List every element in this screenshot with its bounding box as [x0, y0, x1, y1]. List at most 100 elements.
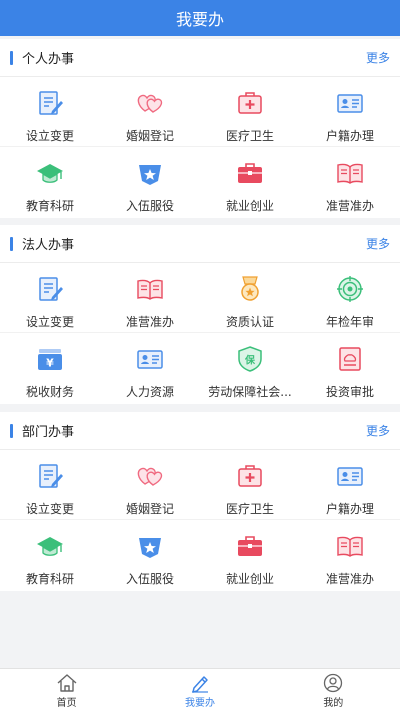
service-item[interactable]: 就业创业	[200, 147, 300, 218]
service-grid: 设立变更 婚姻登记 医疗卫生 户籍办理教育科研 入伍服役 就业创业 准营准办	[0, 77, 400, 218]
service-label: 资质认证	[225, 315, 274, 329]
service-label: 设立变更	[25, 502, 74, 516]
service-item[interactable]: 设立变更	[0, 263, 100, 333]
id-card-icon	[335, 462, 365, 490]
section-header: 个人办事 更多	[0, 39, 400, 77]
money-stack-icon: ¥	[35, 345, 65, 373]
service-item[interactable]: ¥ 税收财务	[0, 333, 100, 404]
medal-icon	[235, 275, 265, 303]
tab-todo[interactable]: 我要办	[133, 669, 266, 712]
open-book-icon	[335, 159, 365, 187]
service-label: 投资审批	[325, 385, 374, 399]
service-label: 入伍服役	[125, 199, 174, 213]
service-item[interactable]: 准营准办	[300, 520, 400, 591]
service-grid: 设立变更 准营准办 资质认证 年检年审 ¥ 税收财务 人力资源 保劳动保障社会... 投资审批	[0, 263, 400, 404]
service-item[interactable]: 就业创业	[200, 520, 300, 591]
service-label: 准营准办	[125, 315, 174, 329]
title-bar: 我要办	[0, 0, 400, 36]
briefcase-icon	[235, 532, 265, 560]
open-book-icon	[335, 532, 365, 560]
medical-kit-icon	[235, 89, 265, 117]
svg-text:¥: ¥	[46, 357, 54, 370]
tab-label: 我的	[323, 697, 344, 709]
shield-icon: 保	[235, 345, 265, 373]
service-item[interactable]: 准营准办	[100, 263, 200, 333]
service-item[interactable]: 医疗卫生	[200, 450, 300, 520]
graduation-cap-icon	[35, 159, 65, 187]
service-item[interactable]: 医疗卫生	[200, 77, 300, 147]
service-item[interactable]: 设立变更	[0, 77, 100, 147]
service-grid: 设立变更 婚姻登记 医疗卫生 户籍办理教育科研 入伍服役 就业创业 准营准办	[0, 450, 400, 591]
service-label: 税收财务	[25, 385, 74, 399]
service-item[interactable]: 年检年审	[300, 263, 400, 333]
section-title: 个人办事	[22, 52, 75, 67]
service-label: 教育科研	[25, 199, 74, 213]
section-title: 部门办事	[22, 425, 75, 440]
id-card-icon	[335, 89, 365, 117]
section-legal-person: 法人办事 更多 设立变更 准营准办 资质认证 年检年审 ¥ 税收财务 人力资源 保劳动保障社会…	[0, 225, 400, 404]
service-item[interactable]: 入伍服役	[100, 520, 200, 591]
pencil-icon	[191, 675, 208, 693]
section-personal: 个人办事 更多 设立变更 婚姻登记 医疗卫生 户籍办理教育科研 入伍服役 就业创业 准营准办	[0, 39, 400, 218]
service-label: 设立变更	[25, 315, 74, 329]
service-label: 婚姻登记	[125, 129, 174, 143]
section-department: 部门办事 更多 设立变更 婚姻登记 医疗卫生 户籍办理教育科研 入伍服役 就业创业 准营准办	[0, 412, 400, 591]
military-badge-icon	[135, 159, 165, 187]
briefcase-icon	[235, 159, 265, 187]
service-label: 人力资源	[125, 385, 174, 399]
service-label: 设立变更	[25, 129, 74, 143]
service-item[interactable]: 入伍服役	[100, 147, 200, 218]
service-label: 准营准办	[325, 572, 374, 586]
section-accent-bar	[10, 50, 13, 65]
service-item[interactable]: 婚姻登记	[100, 77, 200, 147]
more-link[interactable]: 更多	[366, 422, 390, 439]
service-label: 就业创业	[225, 572, 274, 586]
graduation-cap-icon	[35, 532, 65, 560]
approval-document-icon	[335, 345, 365, 373]
service-item[interactable]: 教育科研	[0, 520, 100, 591]
service-item[interactable]: 人力资源	[100, 333, 200, 404]
home-icon	[57, 673, 77, 692]
service-item[interactable]: 设立变更	[0, 450, 100, 520]
tab-label: 我要办	[184, 697, 215, 709]
service-label: 婚姻登记	[125, 502, 174, 516]
section-accent-bar	[10, 236, 13, 251]
user-icon	[324, 673, 343, 692]
section-title: 法人办事	[22, 238, 75, 253]
section-header: 部门办事 更多	[0, 412, 400, 450]
service-label: 户籍办理	[325, 129, 374, 143]
svg-text:保: 保	[244, 354, 256, 367]
more-link[interactable]: 更多	[366, 49, 390, 66]
more-link[interactable]: 更多	[366, 235, 390, 252]
section-header: 法人办事 更多	[0, 225, 400, 263]
service-label: 准营准办	[325, 199, 374, 213]
service-label: 教育科研	[25, 572, 74, 586]
target-icon	[335, 275, 365, 303]
medical-kit-icon	[235, 462, 265, 490]
service-label: 入伍服役	[125, 572, 174, 586]
hearts-icon	[135, 462, 165, 490]
service-item[interactable]: 准营准办	[300, 147, 400, 218]
service-label: 年检年审	[325, 315, 374, 329]
service-item[interactable]: 婚姻登记	[100, 450, 200, 520]
hearts-icon	[135, 89, 165, 117]
service-item[interactable]: 户籍办理	[300, 77, 400, 147]
service-item[interactable]: 资质认证	[200, 263, 300, 333]
form-edit-icon	[35, 275, 65, 303]
bottom-tab-bar: 首页 我要办 我的	[0, 668, 400, 712]
page-title: 我要办	[175, 10, 224, 29]
service-item[interactable]: 户籍办理	[300, 450, 400, 520]
section-accent-bar	[10, 423, 13, 438]
service-item[interactable]: 投资审批	[300, 333, 400, 404]
service-item[interactable]: 教育科研	[0, 147, 100, 218]
open-book-icon	[135, 275, 165, 303]
service-item[interactable]: 保劳动保障社会...	[200, 333, 300, 404]
service-label: 户籍办理	[325, 502, 374, 516]
service-label: 就业创业	[225, 199, 274, 213]
tab-mine[interactable]: 我的	[267, 669, 400, 712]
service-label: 医疗卫生	[225, 129, 274, 143]
military-badge-icon	[135, 532, 165, 560]
tab-label: 首页	[56, 697, 77, 709]
tab-home[interactable]: 首页	[0, 669, 133, 712]
service-label: 医疗卫生	[225, 502, 274, 516]
